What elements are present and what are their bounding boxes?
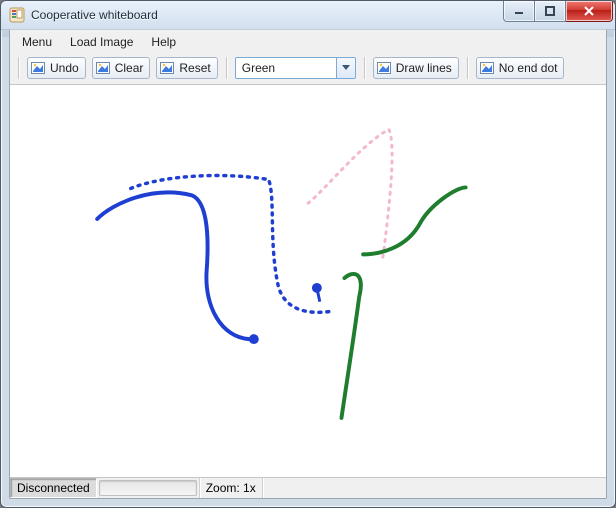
stroke-blue-enddot — [249, 334, 259, 344]
maximize-button[interactable] — [535, 1, 566, 22]
minimize-icon — [514, 6, 524, 16]
separator — [364, 57, 365, 79]
close-icon — [583, 6, 595, 16]
close-button[interactable] — [566, 1, 613, 22]
menu-load-image[interactable]: Load Image — [62, 33, 141, 51]
app-window: Cooperative whiteboard Menu Load Image H… — [0, 0, 616, 508]
stroke-green-center — [341, 274, 360, 418]
reset-label: Reset — [179, 61, 210, 75]
maximize-icon — [545, 6, 555, 16]
picture-icon — [95, 60, 111, 76]
zoom-status: Zoom: 1x — [200, 478, 263, 498]
stroke-green-right — [363, 187, 465, 254]
stroke-blue-solid — [97, 192, 249, 339]
reset-button[interactable]: Reset — [156, 57, 217, 79]
drawing-canvas[interactable] — [10, 84, 606, 478]
toolbar: Undo Clear Reset Green — [10, 54, 606, 84]
stroke-pink-dotted — [308, 129, 392, 257]
stroke-blue-dotted — [131, 175, 330, 312]
form-icon — [9, 7, 25, 23]
window-title: Cooperative whiteboard — [31, 8, 158, 22]
draw-lines-button[interactable]: Draw lines — [373, 57, 459, 79]
no-end-dot-button[interactable]: No end dot — [476, 57, 565, 79]
color-combobox[interactable]: Green — [235, 57, 356, 79]
undo-button[interactable]: Undo — [27, 57, 86, 79]
connection-status: Disconnected — [10, 478, 97, 498]
color-selected: Green — [236, 58, 336, 78]
clear-label: Clear — [115, 61, 144, 75]
menu-help[interactable]: Help — [143, 33, 184, 51]
picture-icon — [479, 60, 495, 76]
client-area: Menu Load Image Help Undo Clear — [9, 29, 607, 499]
separator — [226, 57, 227, 79]
strokes — [10, 85, 606, 477]
draw-lines-label: Draw lines — [396, 61, 452, 75]
picture-icon — [159, 60, 175, 76]
progress-panel — [97, 478, 200, 498]
statusbar: Disconnected Zoom: 1x — [10, 478, 606, 498]
chevron-down-icon — [336, 58, 355, 78]
separator — [18, 57, 19, 79]
separator — [467, 57, 468, 79]
menubar: Menu Load Image Help — [10, 30, 606, 54]
menu-main[interactable]: Menu — [14, 33, 60, 51]
progress-bar — [99, 480, 197, 496]
minimize-button[interactable] — [503, 1, 535, 22]
undo-label: Undo — [50, 61, 79, 75]
caption-buttons — [503, 1, 613, 22]
no-end-dot-label: No end dot — [499, 61, 558, 75]
picture-icon — [376, 60, 392, 76]
picture-icon — [30, 60, 46, 76]
titlebar[interactable]: Cooperative whiteboard — [1, 1, 615, 30]
clear-button[interactable]: Clear — [92, 57, 151, 79]
